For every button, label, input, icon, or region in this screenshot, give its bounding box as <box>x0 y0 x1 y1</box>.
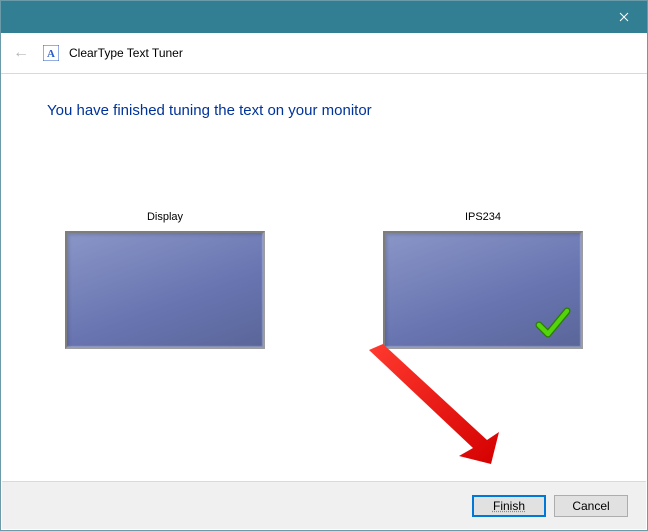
finish-button[interactable]: Finish <box>472 495 546 517</box>
app-title: ClearType Text Tuner <box>69 46 183 60</box>
back-arrow-icon: ← <box>9 42 33 64</box>
cancel-button[interactable]: Cancel <box>554 495 628 517</box>
titlebar <box>1 1 647 33</box>
monitor-label: IPS234 <box>383 211 583 223</box>
monitor-column: Display <box>65 211 265 349</box>
close-icon <box>619 12 629 22</box>
page-heading: You have finished tuning the text on you… <box>47 102 601 119</box>
monitor-label: Display <box>65 211 265 223</box>
header-bar: ← A ClearType Text Tuner <box>1 33 647 74</box>
wizard-window: ← A ClearType Text Tuner You have finish… <box>0 0 648 531</box>
svg-text:A: A <box>47 48 55 60</box>
close-button[interactable] <box>601 1 647 33</box>
checkmark-icon <box>533 303 573 343</box>
footer-bar: Finish Cancel <box>2 481 646 529</box>
monitor-column: IPS234 <box>383 211 583 349</box>
content-area: You have finished tuning the text on you… <box>1 74 647 452</box>
app-icon: A <box>43 45 59 61</box>
monitor-preview-1 <box>65 231 265 349</box>
monitors-row: Display IPS234 <box>47 211 601 349</box>
monitor-preview-2 <box>383 231 583 349</box>
annotation-arrow-icon <box>361 344 501 464</box>
